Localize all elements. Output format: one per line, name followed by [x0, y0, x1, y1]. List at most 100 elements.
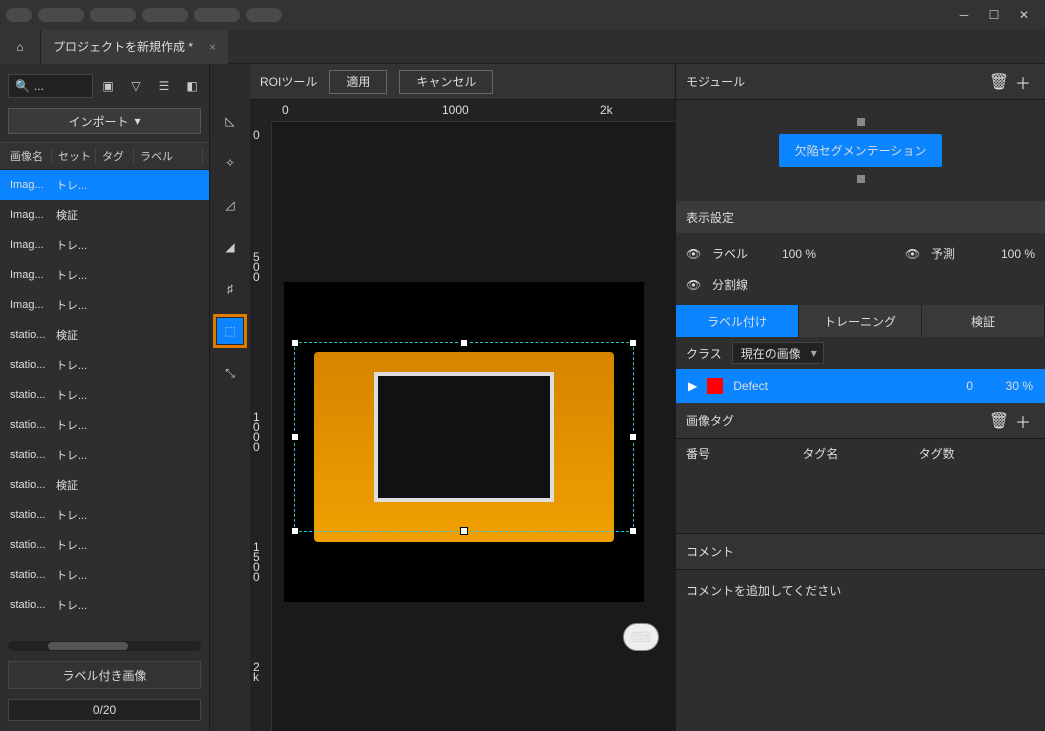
eye-icon[interactable]: 👁: [905, 247, 921, 261]
class-bar: クラス 現在の画像: [676, 337, 1045, 369]
mode-tabs: ラベル付け トレーニング 検証: [676, 305, 1045, 337]
tab-labeling[interactable]: ラベル付け: [676, 305, 799, 337]
class-pct: 30 %: [983, 379, 1033, 393]
cell-set: トレ...: [52, 537, 94, 553]
table-row[interactable]: Imag...トレ...: [0, 290, 209, 320]
menu-blobs: [6, 8, 282, 22]
table-row[interactable]: statio...トレ...: [0, 560, 209, 590]
minimize-button[interactable]: ─: [949, 4, 979, 26]
table-row[interactable]: statio...検証: [0, 320, 209, 350]
cell-name: Imag...: [6, 209, 52, 221]
cell-name: statio...: [6, 509, 52, 521]
expand-icon[interactable]: ▶: [688, 379, 697, 393]
cancel-button[interactable]: キャンセル: [399, 70, 493, 94]
eye-icon[interactable]: 👁: [686, 278, 702, 292]
document-tab[interactable]: プロジェクトを新規作成 * ×: [40, 30, 228, 64]
cell-name: statio...: [6, 569, 52, 581]
import-button[interactable]: インポート ▾: [8, 108, 201, 134]
dashboard-icon[interactable]: ◧: [183, 77, 201, 95]
magic-wand-tool[interactable]: ✧: [217, 150, 243, 176]
delete-tag-icon[interactable]: 🗑: [987, 411, 1011, 431]
class-row[interactable]: ▶ Defect 0 30 %: [676, 369, 1045, 403]
cell-name: Imag...: [6, 239, 52, 251]
left-panel: 🔍 ... ▣ ▽ ☰ ◧ インポート ▾ 画像名 セット タグ ラベル Ima…: [0, 64, 210, 731]
comment-input[interactable]: コメントを追加してください: [676, 570, 1045, 611]
module-chip[interactable]: 欠陥セグメンテーション: [779, 134, 943, 167]
col-set[interactable]: セット: [54, 148, 96, 164]
canvas-area: ROIツール 適用 キャンセル 0 1000 2k 0 500 1000 150…: [250, 64, 675, 731]
cell-name: statio...: [6, 599, 52, 611]
table-row[interactable]: statio...トレ...: [0, 500, 209, 530]
progress-indicator: 0/20: [8, 699, 201, 721]
search-input[interactable]: 🔍 ...: [8, 74, 93, 98]
eye-icon[interactable]: 👁: [686, 247, 702, 261]
menu-item[interactable]: [38, 8, 84, 22]
table-row[interactable]: statio...トレ...: [0, 410, 209, 440]
table-row[interactable]: statio...トレ...: [0, 350, 209, 380]
node-connector[interactable]: [857, 118, 865, 126]
polygon-tool[interactable]: ◺: [217, 108, 243, 134]
horizontal-scrollbar[interactable]: [8, 641, 201, 651]
menu-item[interactable]: [90, 8, 136, 22]
close-tab-icon[interactable]: ×: [209, 40, 216, 54]
lasso-tool[interactable]: ◿: [217, 192, 243, 218]
list-icon[interactable]: ☰: [155, 77, 173, 95]
delete-module-icon[interactable]: 🗑: [987, 72, 1011, 92]
tab-training[interactable]: トレーニング: [799, 305, 922, 337]
transform-tool[interactable]: ⤡: [217, 360, 243, 386]
table-row[interactable]: statio...検証: [0, 470, 209, 500]
display-settings-header: 表示設定: [676, 201, 1045, 233]
add-tag-icon[interactable]: ＋: [1011, 409, 1035, 433]
cell-name: Imag...: [6, 179, 52, 191]
close-button[interactable]: ✕: [1009, 4, 1039, 26]
menu-item[interactable]: [6, 8, 32, 22]
tabbar: ⌂ プロジェクトを新規作成 * ×: [0, 30, 1045, 64]
col-tag[interactable]: タグ: [98, 148, 134, 164]
color-swatch: [707, 378, 723, 394]
table-row[interactable]: Imag...トレ...: [0, 260, 209, 290]
home-tab[interactable]: ⌂: [0, 30, 40, 64]
labeled-images-button[interactable]: ラベル付き画像: [8, 661, 201, 689]
apply-button[interactable]: 適用: [329, 70, 387, 94]
cell-name: Imag...: [6, 299, 52, 311]
col-label[interactable]: ラベル: [136, 148, 203, 164]
menu-item[interactable]: [194, 8, 240, 22]
label-opacity: 100 %: [782, 247, 816, 261]
add-image-icon[interactable]: ▣: [99, 77, 117, 95]
comment-title: コメント: [686, 543, 1035, 560]
col-image-name[interactable]: 画像名: [6, 148, 52, 164]
grid-tool[interactable]: ♯: [217, 276, 243, 302]
add-module-icon[interactable]: ＋: [1011, 70, 1035, 94]
table-row[interactable]: statio...トレ...: [0, 440, 209, 470]
home-icon: ⌂: [16, 40, 23, 54]
menu-item[interactable]: [246, 8, 282, 22]
node-connector[interactable]: [857, 175, 865, 183]
prediction-opacity: 100 %: [1001, 247, 1035, 261]
class-label: クラス: [686, 345, 722, 362]
comment-header: コメント: [676, 534, 1045, 570]
tab-validation[interactable]: 検証: [922, 305, 1045, 337]
cell-set: トレ...: [52, 417, 94, 433]
cell-name: statio...: [6, 419, 52, 431]
maximize-button[interactable]: ☐: [979, 4, 1009, 26]
table-row[interactable]: statio...トレ...: [0, 380, 209, 410]
table-row[interactable]: statio...トレ...: [0, 590, 209, 620]
cell-name: statio...: [6, 389, 52, 401]
tool-column: ◺ ✧ ◿ ◢ ♯ ⬚ ⤡: [210, 64, 250, 731]
table-row[interactable]: statio...トレ...: [0, 530, 209, 560]
table-row[interactable]: Imag...トレ...: [0, 230, 209, 260]
viewport[interactable]: ⌨: [272, 122, 675, 731]
cell-set: 検証: [52, 327, 94, 343]
table-row[interactable]: Imag...検証: [0, 200, 209, 230]
menu-item[interactable]: [142, 8, 188, 22]
eraser-tool[interactable]: ◢: [217, 234, 243, 260]
tag-columns: 番号 タグ名 タグ数: [676, 439, 1045, 468]
filter-icon[interactable]: ▽: [127, 77, 145, 95]
roi-tool[interactable]: ⬚: [217, 318, 243, 344]
cell-name: statio...: [6, 359, 52, 371]
table-row[interactable]: Imag...トレ...: [0, 170, 209, 200]
roi-selection[interactable]: [294, 342, 634, 532]
image-rows: Imag...トレ...Imag...検証Imag...トレ...Imag...…: [0, 170, 209, 637]
keyboard-button[interactable]: ⌨: [623, 623, 659, 651]
class-scope-combo[interactable]: 現在の画像: [732, 342, 824, 364]
